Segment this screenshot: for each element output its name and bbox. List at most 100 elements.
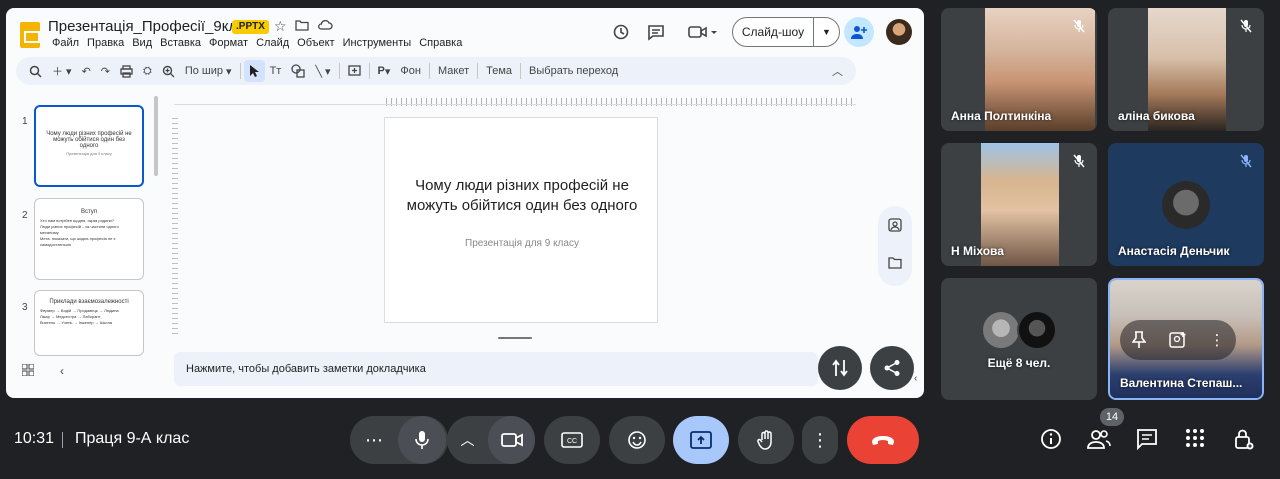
more-options-icon[interactable]: ⋮ (1210, 331, 1225, 349)
chat-icon[interactable] (1136, 428, 1158, 450)
meeting-name: Праця 9-А клас (75, 430, 190, 447)
account-avatar[interactable] (886, 19, 912, 45)
participant-name: аліна бикова (1118, 109, 1195, 123)
more-participants-tile[interactable]: Ещё 8 чел. (941, 278, 1097, 400)
participant-name: Анна Полтинкіна (951, 109, 1052, 123)
thumb-title: Приклади взаємозалежності (49, 299, 129, 305)
mic-icon[interactable] (398, 416, 446, 464)
filmstrip-controls: ‹ (22, 364, 64, 378)
print-icon[interactable] (115, 60, 138, 82)
move-folder-icon[interactable] (294, 18, 309, 35)
menu-object[interactable]: Объект (293, 36, 338, 50)
slide-subtitle[interactable]: Презентація для 9 класу (401, 238, 643, 249)
chevron-left-icon[interactable]: ‹ (914, 373, 917, 384)
hand-icon (757, 430, 775, 450)
slideshow-button[interactable]: Слайд-шоу ▼ (732, 17, 840, 47)
captions-button[interactable]: CC (544, 416, 600, 464)
activities-icon[interactable] (1185, 428, 1205, 448)
slide-thumbnail-2[interactable]: Вступ Хто нам потрібен щодня, окрім роди… (34, 198, 144, 280)
collapse-toolbar-icon[interactable]: ︿ (827, 60, 848, 82)
filmstrip-scrollbar[interactable] (154, 96, 158, 176)
select-tool-icon[interactable] (243, 60, 265, 82)
slide-thumbnail-1[interactable]: Чому люди різних професій не можуть обій… (34, 105, 144, 187)
more-options-button[interactable]: ⋮ (802, 416, 838, 464)
participant-tile[interactable]: Н Міхова (941, 143, 1097, 266)
emoji-icon (627, 430, 647, 450)
history-icon[interactable] (606, 17, 636, 47)
menu-slide[interactable]: Слайд (252, 36, 293, 50)
theme-button[interactable]: Тема (481, 60, 517, 82)
line-tool-icon[interactable]: ╲ ▾ (310, 60, 335, 82)
notes-resize-handle[interactable] (498, 337, 532, 339)
mic-off-icon (1236, 151, 1256, 171)
audio-settings-icon[interactable]: ⋯ (350, 430, 398, 451)
video-controls: ︿ (447, 416, 535, 464)
raise-hand-button[interactable] (738, 416, 794, 464)
comments-icon[interactable] (641, 17, 671, 47)
self-tile[interactable]: ⋮ Валентина Степаш... (1108, 278, 1264, 400)
format-options-icon[interactable]: P ▾ (373, 60, 396, 82)
keep-icon[interactable] (878, 206, 912, 244)
menu-edit[interactable]: Правка (83, 36, 128, 50)
undo-icon[interactable]: ↶ (77, 60, 96, 82)
hangup-icon (870, 434, 896, 446)
meet-camera-icon[interactable] (682, 17, 722, 47)
meeting-details-icon[interactable] (1040, 428, 1062, 450)
participant-avatar (981, 310, 1021, 350)
reactions-button[interactable] (609, 416, 665, 464)
menu-format[interactable]: Формат (205, 36, 252, 50)
menu-tools[interactable]: Инструменты (339, 36, 416, 50)
cloud-status-icon[interactable] (317, 18, 333, 35)
present-now-button[interactable] (673, 416, 729, 464)
layout-button[interactable]: Макет (433, 60, 474, 82)
zoom-select[interactable]: По шир ▾ (180, 60, 237, 82)
mic-off-icon (1236, 16, 1256, 36)
menu-view[interactable]: Вид (128, 36, 156, 50)
slides-logo-icon[interactable] (20, 22, 40, 48)
grid-view-icon[interactable] (22, 364, 34, 378)
add-person-icon[interactable] (844, 17, 874, 47)
thumb-bullets: Хто нам потрібен щодня, окрім родини? Лю… (40, 218, 119, 247)
shape-icon[interactable] (286, 60, 310, 82)
menu-insert[interactable]: Вставка (156, 36, 205, 50)
zoom-icon[interactable] (157, 60, 180, 82)
speaker-notes-field[interactable]: Нажмите, чтобы добавить заметки докладчи… (174, 352, 818, 386)
star-icon[interactable]: ☆ (274, 18, 287, 35)
chevron-up-icon[interactable]: ︿ (447, 430, 488, 450)
leave-call-button[interactable] (847, 416, 919, 464)
participant-name: Анастасія Деньчик (1118, 244, 1230, 258)
frame-icon[interactable] (1168, 332, 1187, 348)
participant-tile[interactable]: аліна бикова (1108, 8, 1264, 131)
slide-canvas[interactable]: Чому люди різних професій не можуть обій… (384, 117, 658, 323)
participant-avatar (1162, 181, 1210, 229)
new-slide-icon[interactable]: ＋ ▾ (47, 60, 77, 82)
people-icon[interactable] (1087, 428, 1111, 450)
host-controls-icon[interactable] (1234, 428, 1254, 450)
text-box-icon[interactable]: Tт (265, 60, 287, 82)
search-menus-icon[interactable] (24, 60, 47, 82)
thumb-bullets: Фермер → Водій → Продавець → Людина Ліка… (40, 308, 119, 325)
collapse-filmstrip-icon[interactable]: ‹ (60, 364, 64, 378)
redo-icon[interactable]: ↷ (96, 60, 115, 82)
background-button[interactable]: Фон (395, 60, 426, 82)
participant-tile[interactable]: Анна Полтинкіна (941, 8, 1097, 131)
vertical-ruler[interactable] (172, 118, 178, 338)
camera-icon[interactable] (488, 416, 535, 464)
slide-title[interactable]: Чому люди різних професій не можуть обій… (401, 176, 643, 216)
chevron-down-icon[interactable]: ▼ (814, 27, 839, 37)
transition-button[interactable]: Выбрать переход (524, 60, 623, 82)
menu-file[interactable]: Файл (48, 36, 83, 50)
document-title[interactable]: Презентація_Професії_9клас (48, 18, 253, 35)
slide-thumbnail-3[interactable]: Приклади взаємозалежності Фермер → Водій… (34, 290, 144, 356)
swap-layout-icon[interactable] (818, 346, 862, 390)
menu-help[interactable]: Справка (415, 36, 466, 50)
insert-comment-icon[interactable] (343, 60, 366, 82)
pin-icon[interactable] (1131, 331, 1146, 349)
audio-controls: ⋯ (350, 416, 448, 464)
folder-icon[interactable] (878, 244, 912, 282)
paint-format-icon[interactable]: ⛭ (138, 60, 157, 82)
participant-tile[interactable]: Анастасія Деньчик (1108, 143, 1264, 266)
captions-icon: CC (561, 432, 583, 448)
thumb-subtitle: Презентація для 9 класу (66, 151, 112, 156)
share-icon[interactable] (870, 346, 914, 390)
